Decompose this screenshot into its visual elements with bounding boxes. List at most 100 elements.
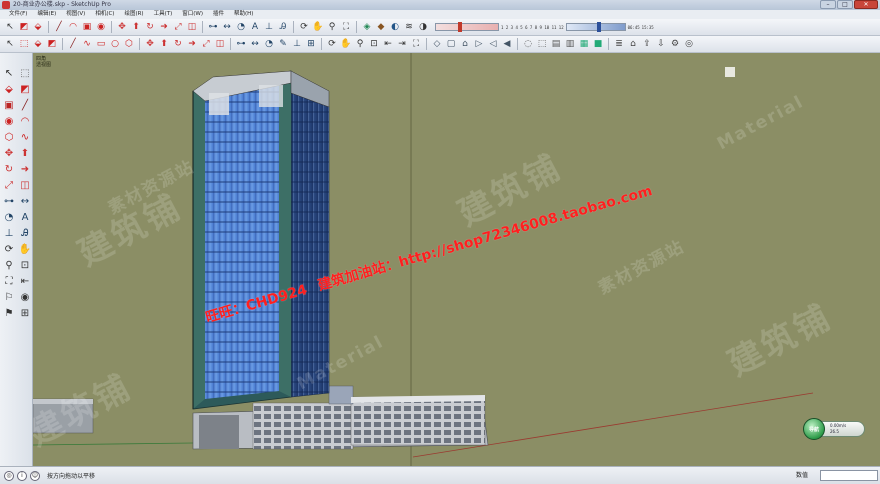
look-around-tool-icon[interactable]: ◉ bbox=[18, 291, 32, 305]
scale-icon[interactable]: ⤢ bbox=[200, 38, 212, 50]
menu-tools[interactable]: 工具(T) bbox=[149, 10, 178, 19]
followme-tool-icon[interactable]: ➜ bbox=[18, 163, 32, 177]
paint-icon[interactable]: ⬙ bbox=[32, 38, 44, 50]
section-tool-icon[interactable]: ⊞ bbox=[18, 307, 32, 321]
shadow-time-bar[interactable] bbox=[565, 22, 626, 32]
shadow-time-slider[interactable]: 1 2 3 4 5 6 7 8 9 10 11 12 06:45 15:35 bbox=[435, 22, 654, 32]
share-model-icon[interactable]: ⇪ bbox=[641, 38, 653, 50]
label-icon[interactable]: ✎ bbox=[277, 38, 289, 50]
polygon-icon[interactable]: ⬡ bbox=[123, 38, 135, 50]
scale-tool-icon[interactable]: ⤢ bbox=[172, 21, 184, 33]
zoom-extents-icon[interactable]: ⛶ bbox=[410, 38, 422, 50]
line-icon[interactable]: ╱ bbox=[67, 38, 79, 50]
select-icon[interactable]: ↖ bbox=[4, 38, 16, 50]
tape-tool-icon[interactable]: ⊶ bbox=[2, 195, 16, 209]
paint-tool-icon[interactable]: ⬙ bbox=[2, 83, 16, 97]
shadow-date-bar[interactable] bbox=[435, 22, 499, 32]
dimension-tool-icon[interactable]: ↔ bbox=[18, 195, 32, 209]
rotate-tool-icon[interactable]: ↻ bbox=[2, 163, 16, 177]
zoom-icon[interactable]: ⚲ bbox=[354, 38, 366, 50]
building-model[interactable] bbox=[33, 53, 880, 466]
xray-icon[interactable]: ◌ bbox=[522, 38, 534, 50]
credits-icon[interactable]: i bbox=[17, 470, 27, 481]
warehouse-icon[interactable]: ⌂ bbox=[627, 38, 639, 50]
menu-view[interactable]: 视图(V) bbox=[61, 10, 90, 19]
eraser-icon[interactable]: ◩ bbox=[46, 38, 58, 50]
get-models-icon[interactable]: ⇩ bbox=[655, 38, 667, 50]
right-view-icon[interactable]: ▷ bbox=[473, 38, 485, 50]
menu-file[interactable]: 文件(F) bbox=[4, 10, 32, 19]
rectangle-icon[interactable]: ▭ bbox=[95, 38, 107, 50]
select-tool-icon[interactable]: ↖ bbox=[2, 67, 16, 81]
monochrome-icon[interactable]: ■ bbox=[592, 38, 604, 50]
layers-icon[interactable]: ≣ bbox=[613, 38, 625, 50]
rotate-tool-icon[interactable]: ↻ bbox=[144, 21, 156, 33]
menu-help[interactable]: 帮助(H) bbox=[229, 10, 258, 19]
circle-tool-icon[interactable]: ◉ bbox=[2, 115, 16, 129]
move-tool-icon[interactable]: ✥ bbox=[2, 147, 16, 161]
followme-icon[interactable]: ➜ bbox=[186, 38, 198, 50]
rectangle-tool-icon[interactable]: ▣ bbox=[81, 21, 93, 33]
text-tool-icon[interactable]: A bbox=[249, 21, 261, 33]
hidden-line-icon[interactable]: ▤ bbox=[550, 38, 562, 50]
zoom-window-icon[interactable]: ⊡ bbox=[368, 38, 380, 50]
material-icon[interactable]: ◆ bbox=[375, 21, 387, 33]
measurements-input[interactable] bbox=[820, 470, 878, 481]
scale-tool-icon[interactable]: ⤢ bbox=[2, 179, 16, 193]
section-plane-icon[interactable]: ⊞ bbox=[305, 38, 317, 50]
protractor-icon[interactable]: ◔ bbox=[263, 38, 275, 50]
circle-icon[interactable]: ○ bbox=[109, 38, 121, 50]
minimize-button[interactable]: – bbox=[820, 0, 836, 9]
zoom-window-tool-icon[interactable]: ⊡ bbox=[18, 259, 32, 273]
axes-tool-icon[interactable]: ⊥ bbox=[2, 227, 16, 241]
zoom-extents-icon[interactable]: ⛶ bbox=[340, 21, 352, 33]
shaded-icon[interactable]: ▥ bbox=[564, 38, 576, 50]
zoom-icon[interactable]: ⚲ bbox=[326, 21, 338, 33]
menu-plugins[interactable]: 插件 bbox=[208, 10, 229, 19]
rotate-icon[interactable]: ↻ bbox=[172, 38, 184, 50]
protractor-icon[interactable]: ◔ bbox=[235, 21, 247, 33]
shaded-textures-icon[interactable]: ▦ bbox=[578, 38, 590, 50]
dimension-icon[interactable]: ↔ bbox=[221, 21, 233, 33]
move-tool-icon[interactable]: ✥ bbox=[116, 21, 128, 33]
model-viewport[interactable]: 四角 透视图 建筑铺 素材资源站 建筑铺 素材资源站 建筑铺 Material … bbox=[33, 53, 880, 466]
component-tool-icon[interactable]: ⬚ bbox=[18, 67, 32, 81]
pushpull-icon[interactable]: ⬆ bbox=[158, 38, 170, 50]
walk-tool-icon[interactable]: ⚐ bbox=[2, 291, 16, 305]
iso-view-icon[interactable]: ◇ bbox=[431, 38, 443, 50]
maximize-button[interactable]: □ bbox=[837, 0, 853, 9]
style-icon[interactable]: ◐ bbox=[389, 21, 401, 33]
extension-icon[interactable]: ⚙ bbox=[669, 38, 681, 50]
3d-text-icon[interactable]: Ꭿ bbox=[277, 21, 289, 33]
menu-draw[interactable]: 绘图(R) bbox=[119, 10, 148, 19]
freehand-tool-icon[interactable]: ∿ bbox=[18, 131, 32, 145]
pushpull-tool-icon[interactable]: ⬆ bbox=[18, 147, 32, 161]
tape-measure-icon[interactable]: ⊶ bbox=[207, 21, 219, 33]
position-camera-tool-icon[interactable]: ⚑ bbox=[2, 307, 16, 321]
eraser-icon[interactable]: ◩ bbox=[18, 21, 30, 33]
orbit-icon[interactable]: ⟳ bbox=[298, 21, 310, 33]
axes-tool-icon[interactable]: ⊥ bbox=[263, 21, 275, 33]
dimensions-icon[interactable]: ↔ bbox=[249, 38, 261, 50]
shadow-date-knob[interactable] bbox=[458, 22, 462, 32]
zoom-extents-tool-icon[interactable]: ⛶ bbox=[2, 275, 16, 289]
menu-window[interactable]: 窗口(W) bbox=[177, 10, 208, 19]
pan-icon[interactable]: ✋ bbox=[340, 38, 352, 50]
orbit-tool-icon[interactable]: ⟳ bbox=[2, 243, 16, 257]
move-icon[interactable]: ✥ bbox=[144, 38, 156, 50]
next-view-icon[interactable]: ⇥ bbox=[396, 38, 408, 50]
close-button[interactable]: ✕ bbox=[854, 0, 878, 9]
eraser-tool-icon[interactable]: ◩ bbox=[18, 83, 32, 97]
offset-icon[interactable]: ◫ bbox=[214, 38, 226, 50]
text-tool-icon[interactable]: A bbox=[18, 211, 32, 225]
preview-icon[interactable]: ◎ bbox=[683, 38, 695, 50]
front-view-icon[interactable]: ⌂ bbox=[459, 38, 471, 50]
shadow-time-knob[interactable] bbox=[596, 22, 601, 32]
user-icon[interactable]: ☺ bbox=[30, 470, 40, 481]
tape-icon[interactable]: ⊶ bbox=[235, 38, 247, 50]
line-tool-icon[interactable]: ╱ bbox=[18, 99, 32, 113]
wireframe-icon[interactable]: ⬚ bbox=[536, 38, 548, 50]
arc-tool-icon[interactable]: ◠ bbox=[18, 115, 32, 129]
paint-bucket-icon[interactable]: ⬙ bbox=[32, 21, 44, 33]
line-tool-icon[interactable]: ╱ bbox=[53, 21, 65, 33]
